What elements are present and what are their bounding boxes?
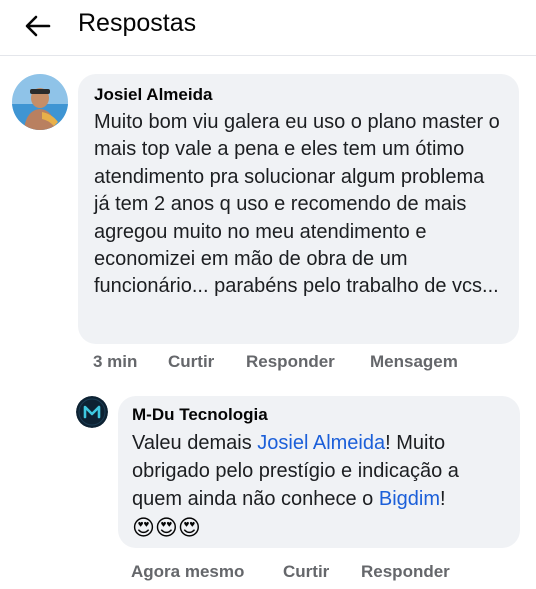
back-button[interactable] bbox=[18, 8, 58, 44]
reply-text-part: Valeu demais bbox=[132, 432, 258, 454]
arrow-left-icon bbox=[25, 15, 51, 37]
comment-bubble: Josiel Almeida Muito bom viu galera eu u… bbox=[78, 74, 519, 344]
like-button[interactable]: Curtir bbox=[168, 352, 246, 372]
message-button[interactable]: Mensagem bbox=[370, 352, 458, 372]
reply-button[interactable]: Responder bbox=[246, 352, 370, 372]
avatar-mdu-tecnologia[interactable] bbox=[76, 396, 108, 428]
comment-text: Muito bom viu galera eu uso o plano mast… bbox=[94, 111, 500, 298]
reply-text-part: ! bbox=[440, 488, 446, 510]
reply-text: Valeu demais Josiel Almeida! Muito obrig… bbox=[132, 429, 506, 513]
reply-reply-button[interactable]: Responder bbox=[361, 562, 450, 582]
page-title: Respostas bbox=[78, 9, 197, 37]
comment-timestamp[interactable]: 3 min bbox=[93, 352, 168, 372]
comment-actions: 3 min Curtir Responder Mensagem bbox=[93, 352, 458, 372]
reply-actions: Agora mesmo Curtir Responder bbox=[131, 562, 450, 582]
reply-bubble: M-Du Tecnologia Valeu demais Josiel Alme… bbox=[118, 396, 520, 548]
header-bar: Respostas bbox=[0, 0, 536, 56]
reply-timestamp[interactable]: Agora mesmo bbox=[131, 562, 283, 582]
reply-like-button[interactable]: Curtir bbox=[283, 562, 361, 582]
comment-author[interactable]: Josiel Almeida bbox=[94, 84, 503, 106]
mention-bigdim[interactable]: Bigdim bbox=[379, 488, 440, 510]
heart-eyes-emojis: 😍😍😍 bbox=[132, 515, 201, 540]
avatar-josiel-almeida[interactable] bbox=[12, 74, 68, 130]
mention-josiel-almeida[interactable]: Josiel Almeida bbox=[257, 432, 385, 454]
reply-author[interactable]: M-Du Tecnologia bbox=[132, 404, 506, 426]
